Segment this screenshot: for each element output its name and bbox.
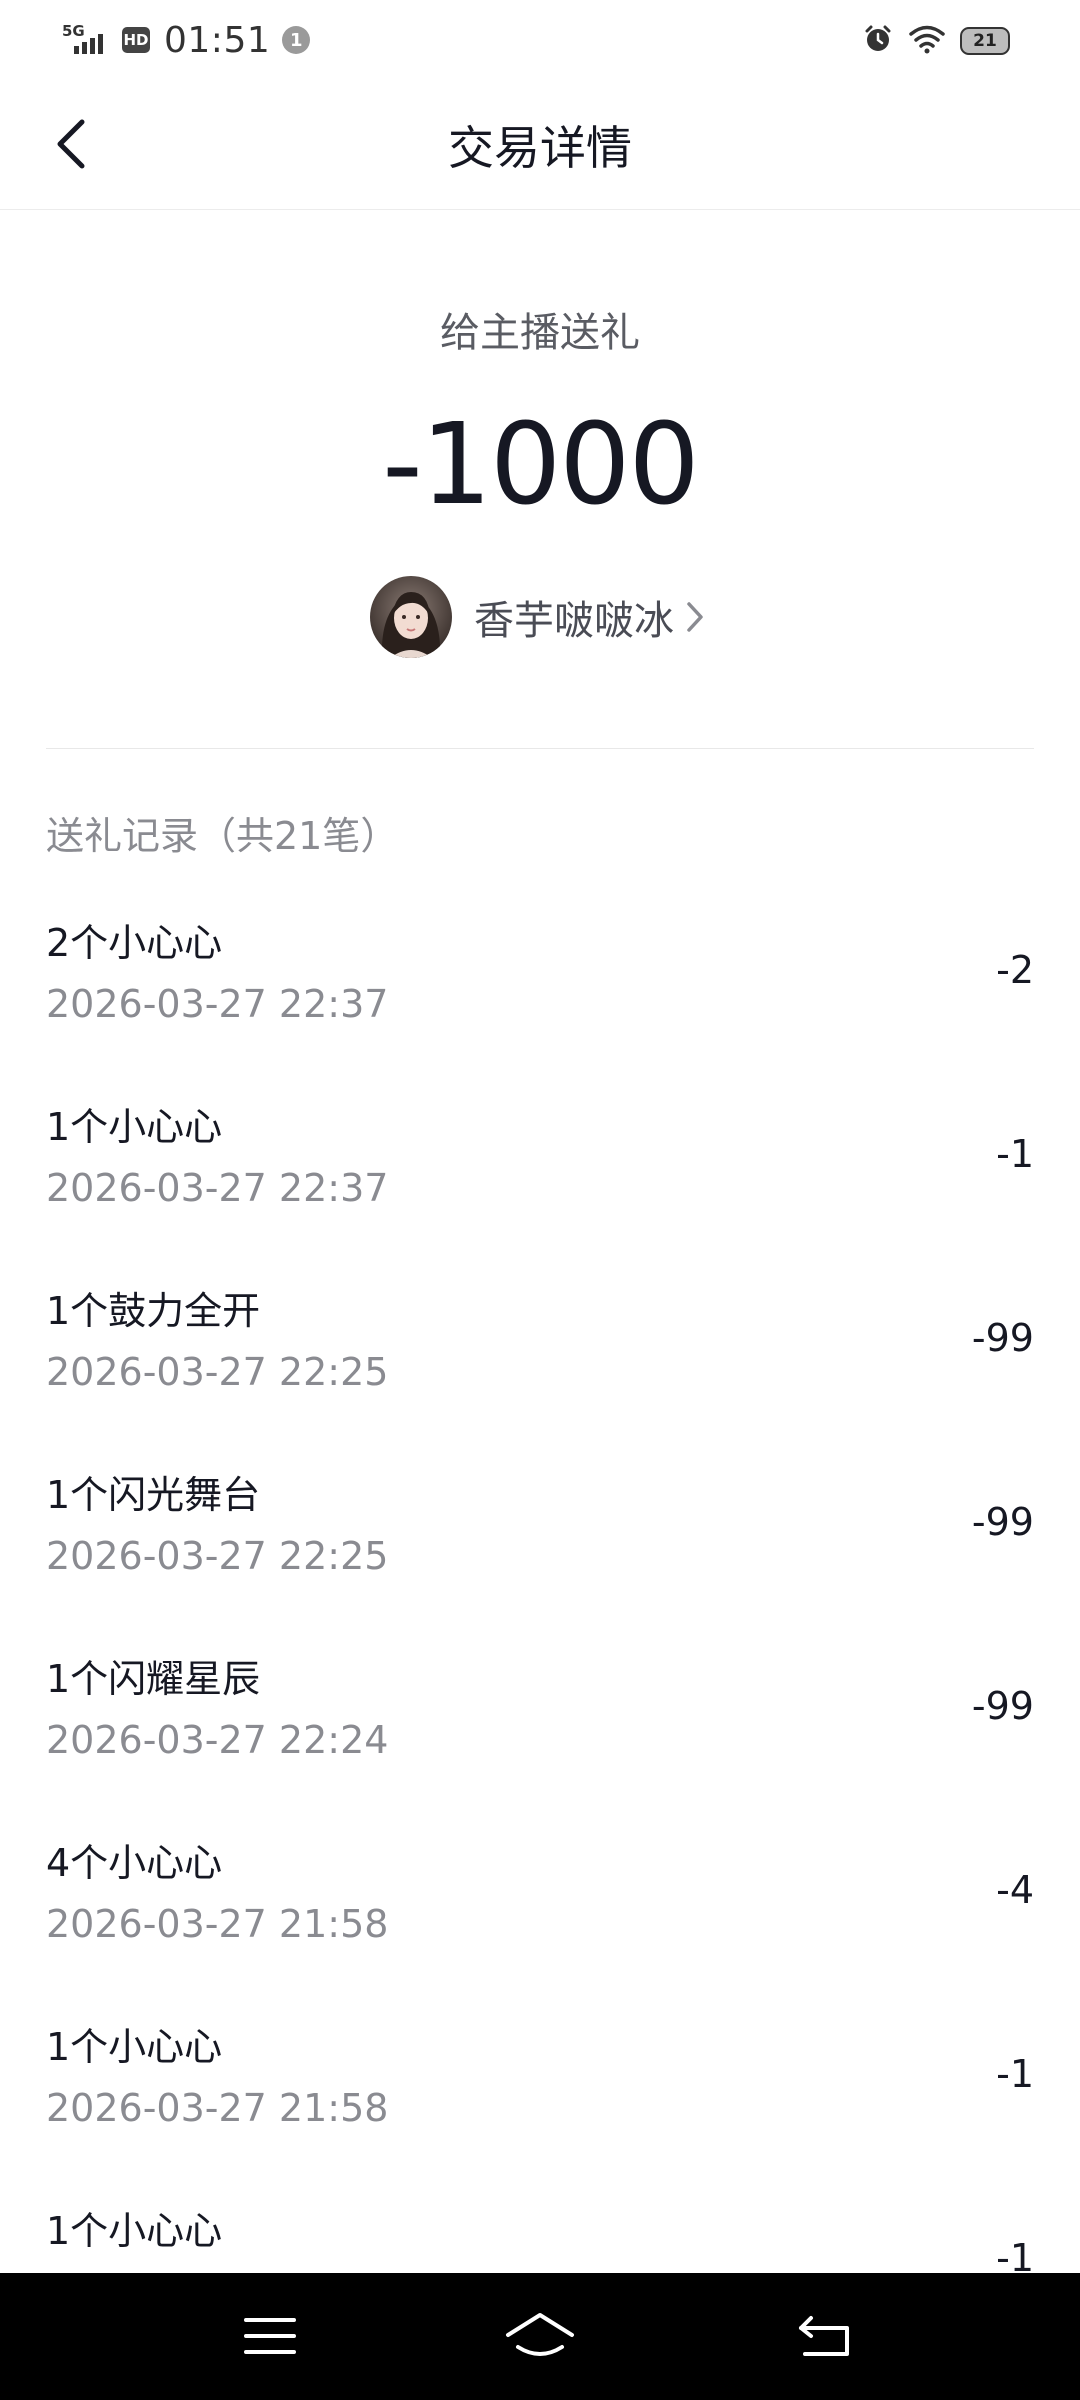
gift-name: 2个小心心 (46, 921, 223, 965)
gift-amount: -99 (971, 1684, 1034, 1728)
gift-records-list: 2个小心心 2026-03-27 22:37 -2 1个小心心 2026-03-… (0, 880, 1080, 2352)
cellular-signal-icon: 5G (60, 20, 112, 60)
chevron-left-icon (57, 119, 85, 169)
status-bar-left: 5G HD 01:51 1 (60, 18, 311, 62)
gift-date: 2026-03-27 21:58 (46, 2086, 389, 2130)
gift-name: 1个小心心 (46, 2209, 223, 2253)
transaction-amount: -1000 (382, 400, 699, 530)
alarm-icon (862, 23, 894, 59)
records-title: 送礼记录（共21笔） (46, 814, 399, 858)
streamer-link[interactable]: 香芋啵啵冰 (0, 575, 1080, 659)
system-back-button[interactable] (785, 2301, 865, 2371)
gift-date: 2026-03-27 21:58 (46, 1902, 389, 1946)
section-divider (46, 748, 1034, 749)
gift-name: 1个鼓力全开 (46, 1289, 261, 1333)
menu-button[interactable] (230, 2301, 310, 2371)
back-icon (799, 2316, 849, 2356)
list-item: 1个闪耀星辰 2026-03-27 22:24 -99 (0, 1616, 1080, 1800)
gift-date: 2026-03-27 22:24 (46, 1718, 389, 1762)
status-bar: 5G HD 01:51 1 21 (0, 0, 1080, 80)
back-button[interactable] (40, 112, 104, 176)
gift-amount: -4 (996, 1868, 1034, 1912)
streamer-name[interactable]: 香芋啵啵冰 (474, 588, 674, 646)
home-icon (506, 2313, 574, 2356)
gift-amount: -99 (971, 1500, 1034, 1544)
notification-count-badge: 1 (282, 26, 311, 54)
transaction-type: 给主播送礼 (440, 310, 640, 356)
gift-amount: -1 (996, 1132, 1034, 1176)
gift-date: 2026-03-27 22:25 (46, 1534, 389, 1578)
status-time: 01:51 (164, 19, 271, 61)
home-button[interactable] (500, 2301, 580, 2371)
gift-name: 1个闪光舞台 (46, 1473, 261, 1517)
hd-icon: HD (122, 27, 150, 53)
gift-amount: -1 (996, 2052, 1034, 2096)
list-item: 1个小心心 2026-03-27 22:37 -1 (0, 1064, 1080, 1248)
gift-name: 1个小心心 (46, 2025, 223, 2069)
gift-name: 1个小心心 (46, 1105, 223, 1149)
gift-amount: -99 (971, 1316, 1034, 1360)
list-item: 4个小心心 2026-03-27 21:58 -4 (0, 1800, 1080, 1984)
page-title: 交易详情 (448, 120, 632, 175)
gift-date: 2026-03-27 22:37 (46, 982, 389, 1026)
menu-icon (244, 2318, 296, 2354)
gift-name: 1个闪耀星辰 (46, 1657, 261, 1701)
list-item: 1个闪光舞台 2026-03-27 22:25 -99 (0, 1432, 1080, 1616)
navigation-bar: 交易详情 (0, 80, 1080, 210)
streamer-avatar[interactable] (370, 576, 452, 658)
gift-name: 4个小心心 (46, 1841, 223, 1885)
system-navigation-bar (0, 2273, 1080, 2400)
list-item: 1个小心心 2026-03-27 21:58 -1 (0, 1984, 1080, 2168)
list-item: 1个鼓力全开 2026-03-27 22:25 -99 (0, 1248, 1080, 1432)
wifi-icon (908, 23, 946, 59)
gift-amount: -2 (996, 948, 1034, 992)
list-item: 2个小心心 2026-03-27 22:37 -2 (0, 880, 1080, 1064)
gift-date: 2026-03-27 22:37 (46, 1166, 389, 1210)
chevron-right-icon (684, 597, 710, 637)
battery-icon: 21 (960, 27, 1010, 55)
status-bar-right: 21 (862, 20, 1010, 62)
gift-date: 2026-03-27 22:25 (46, 1350, 389, 1394)
